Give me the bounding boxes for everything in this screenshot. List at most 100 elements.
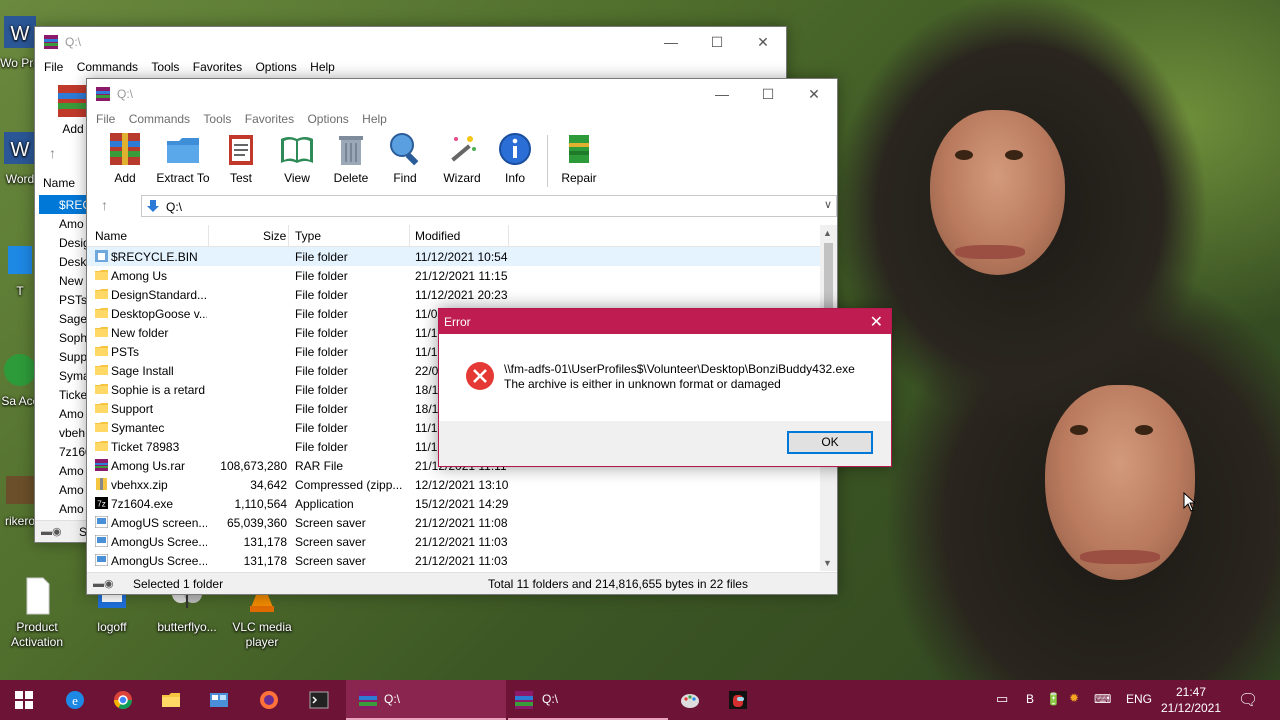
close-icon[interactable]: ✕	[870, 312, 883, 332]
sun-icon[interactable]: ✹	[1069, 691, 1079, 720]
ok-button[interactable]: OK	[787, 431, 873, 454]
up-arrow-icon[interactable]: ↑	[49, 145, 56, 161]
column-header-size[interactable]: Size	[263, 229, 286, 243]
column-divider[interactable]	[508, 225, 509, 247]
desktop-icon-product-activation[interactable]: Product Activation	[1, 576, 73, 650]
menu-commands[interactable]: Commands	[124, 109, 195, 129]
column-header-name[interactable]: Name	[95, 229, 127, 243]
taskbar-winrar-2[interactable]: Q:\	[508, 680, 668, 720]
network-icon[interactable]: ▭	[996, 691, 1008, 720]
chevron-down-icon[interactable]: ∨	[824, 198, 832, 211]
column-divider[interactable]	[288, 225, 289, 247]
menu-file[interactable]: File	[91, 109, 120, 129]
column-divider[interactable]	[409, 225, 410, 247]
toolbar-wizard-button[interactable]: Wizard	[439, 131, 485, 185]
list-item[interactable]: $REC	[39, 195, 91, 214]
toolbar-view-button[interactable]: View	[275, 131, 319, 185]
scroll-thumb[interactable]	[824, 243, 833, 313]
language-indicator[interactable]: ENG	[1126, 692, 1152, 720]
list-item[interactable]: Amo	[39, 461, 91, 480]
list-item[interactable]: Deskt	[39, 252, 91, 271]
column-header-name[interactable]: Name	[43, 176, 75, 190]
maximize-button[interactable]: ☐	[694, 27, 740, 57]
taskbar-chrome[interactable]	[100, 680, 146, 720]
list-item[interactable]: Desig	[39, 233, 91, 252]
table-row[interactable]: AmongUs Scree... 131,178 Screen saver 21/12…	[87, 551, 827, 570]
menu-commands[interactable]: Commands	[72, 57, 143, 77]
table-row[interactable]: vbehxx.zip 34,642 Compressed (zipp... 12/12…	[87, 475, 827, 494]
error-dialog[interactable]: Error ✕ \\fm-adfs-01\UserProfiles$\Volun…	[438, 308, 892, 467]
close-button[interactable]: ✕	[740, 27, 786, 57]
list-item[interactable]: Supp	[39, 347, 91, 366]
column-divider[interactable]	[208, 225, 209, 247]
taskbar-among-us[interactable]	[716, 680, 762, 720]
list-item[interactable]: Amo	[39, 214, 91, 233]
notifications-icon[interactable]: 🗨	[1238, 690, 1258, 720]
taskbar-winrar-1[interactable]: Q:\	[346, 680, 506, 720]
menu-options[interactable]: Options	[250, 57, 301, 77]
taskbar-control-panel[interactable]	[196, 680, 242, 720]
list-item[interactable]: Amo	[39, 499, 91, 518]
taskbar-file-explorer[interactable]	[148, 680, 194, 720]
toolbar-add-button[interactable]: Add	[105, 131, 145, 185]
file-size-cell: 34,642	[250, 478, 287, 492]
scroll-up-icon[interactable]: ▲	[823, 228, 832, 238]
menu-help[interactable]: Help	[305, 57, 340, 77]
list-item[interactable]: Sage	[39, 309, 91, 328]
minimize-button[interactable]: —	[648, 27, 694, 57]
title-bar[interactable]: Q:\ — ☐ ✕	[87, 79, 837, 109]
svg-text:7z: 7z	[97, 500, 105, 509]
clock[interactable]: 21:47 21/12/2021	[1156, 684, 1226, 716]
table-row[interactable]: AmongUs Scree... 131,178 Screen saver 21/12…	[87, 532, 827, 551]
file-modified-cell: 21/12/2021 11:08	[415, 516, 508, 530]
taskbar-edge[interactable]: e	[52, 680, 98, 720]
dialog-body: \\fm-adfs-01\UserProfiles$\Volunteer\Des…	[439, 334, 891, 422]
list-item[interactable]: vbeh	[39, 423, 91, 442]
list-item[interactable]: Ticke	[39, 385, 91, 404]
title-bar[interactable]: Q:\ — ☐ ✕	[35, 27, 786, 57]
list-item[interactable]: Amo	[39, 404, 91, 423]
list-item[interactable]: Syma	[39, 366, 91, 385]
taskbar-paint[interactable]	[668, 680, 714, 720]
start-button[interactable]	[0, 680, 48, 720]
close-button[interactable]: ✕	[791, 79, 837, 109]
up-arrow-icon[interactable]: ↑	[101, 197, 108, 213]
menu-favorites[interactable]: Favorites	[240, 109, 299, 129]
table-row[interactable]: AmogUS screen... 65,039,360 Screen saver 21…	[87, 513, 827, 532]
taskbar-firefox[interactable]	[246, 680, 292, 720]
minimize-button[interactable]: —	[699, 79, 745, 109]
taskbar-terminal[interactable]	[296, 680, 342, 720]
address-field[interactable]: Q:\ ∨	[141, 195, 837, 217]
column-header-type[interactable]: Type	[295, 229, 321, 243]
column-header-modified[interactable]: Modified	[415, 229, 460, 243]
table-row[interactable]: 7z 7z1604.exe 1,110,564 Application 15/12/20…	[87, 494, 827, 513]
list-item[interactable]: PSTs	[39, 290, 91, 309]
menu-favorites[interactable]: Favorites	[188, 57, 247, 77]
scroll-down-icon[interactable]: ▼	[823, 558, 832, 568]
toolbar-delete-button[interactable]: Delete	[331, 131, 371, 185]
dialog-title-bar[interactable]: Error ✕	[439, 309, 891, 334]
keyboard-icon[interactable]: ⌨	[1094, 692, 1111, 720]
battery-icon[interactable]: 🔋	[1046, 692, 1061, 720]
menu-tools[interactable]: Tools	[146, 57, 184, 77]
list-item[interactable]: 7z160	[39, 442, 92, 461]
menu-tools[interactable]: Tools	[198, 109, 236, 129]
menu-file[interactable]: File	[39, 57, 68, 77]
toolbar-find-button[interactable]: Find	[385, 131, 425, 185]
toolbar-extract-to-button[interactable]: Extract To	[155, 131, 211, 185]
table-row[interactable]: DesignStandard... File folder 11/12/2021 2…	[87, 285, 827, 304]
list-item[interactable]: Amo	[39, 480, 91, 499]
table-row[interactable]: Among Us File folder 21/12/2021 11:15	[87, 266, 827, 285]
list-item[interactable]: Soph	[39, 328, 91, 347]
toolbar-test-button[interactable]: Test	[221, 131, 261, 185]
file-size-cell: 131,178	[243, 535, 287, 549]
maximize-button[interactable]: ☐	[745, 79, 791, 109]
toolbar-repair-button[interactable]: Repair	[557, 131, 601, 185]
table-row[interactable]: $RECYCLE.BIN File folder 11/12/2021 10:54	[87, 247, 827, 266]
menu-help[interactable]: Help	[357, 109, 392, 129]
file-name-cell: AmongUs Scree...	[111, 535, 207, 549]
toolbar-info-button[interactable]: Info	[495, 131, 535, 185]
tray-b-indicator[interactable]: B	[1026, 692, 1034, 720]
menu-options[interactable]: Options	[302, 109, 353, 129]
list-item[interactable]: New	[39, 271, 91, 290]
